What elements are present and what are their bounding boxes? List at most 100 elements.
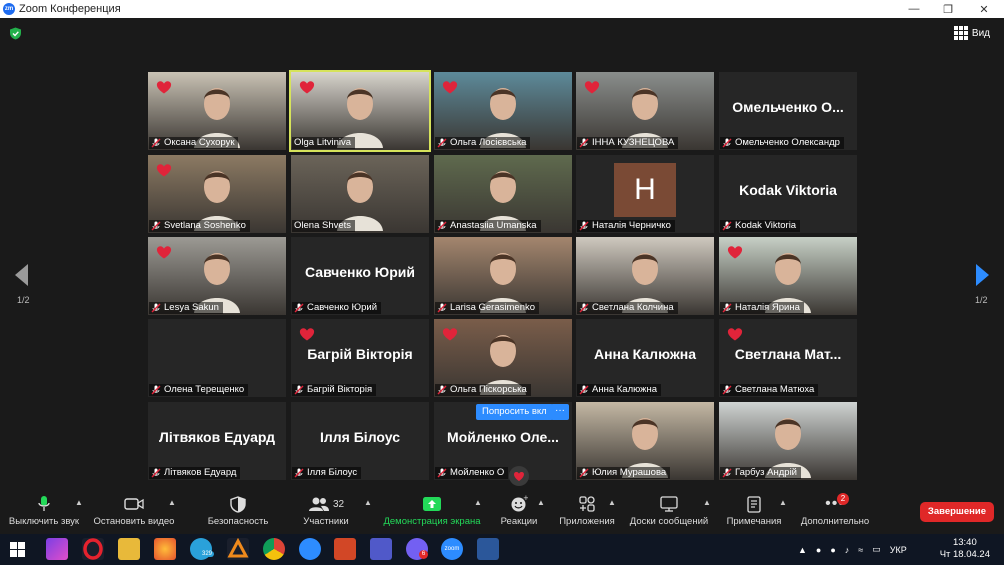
participant-name-label: Светлана Колчина: [577, 302, 678, 314]
participant-name-label: Юлия Мурашова: [577, 467, 671, 479]
participant-tile[interactable]: Anastasiia Umanska: [434, 155, 572, 233]
taskbar-clock[interactable]: 13:40 Чт 18.04.24: [940, 537, 990, 561]
viber-tray-icon[interactable]: ●: [830, 545, 835, 555]
zoom-taskbar-icon[interactable]: zoom: [441, 538, 463, 560]
participant-tile[interactable]: Kodak Viktoria Kodak Viktoria: [719, 155, 857, 233]
teamviewer-icon[interactable]: [299, 538, 321, 560]
heart-reaction-icon: [442, 328, 458, 341]
share-options-caret-icon[interactable]: ▲: [474, 498, 482, 507]
ask-to-start-video-button[interactable]: Попросить вкл: [476, 404, 553, 420]
page-indicator-right: 1/2: [975, 295, 988, 305]
viber-unread-badge: 6: [419, 550, 428, 559]
participant-tile[interactable]: Olga Litvinіva: [291, 72, 429, 150]
apps-caret-icon[interactable]: ▲: [608, 498, 616, 507]
clock-date: Чт 18.04.24: [939, 549, 990, 560]
system-tray: ▲ ● ● ♪ ≈ ▭ УКР: [798, 534, 907, 565]
whiteboards-caret-icon[interactable]: ▲: [703, 498, 711, 507]
participant-display-name: Ілля Білоус: [320, 429, 400, 445]
participant-tile[interactable]: Літвяков Едуард Літвяков Едуард: [148, 402, 286, 480]
microphone-tray-icon[interactable]: ●: [816, 545, 821, 555]
participant-tile[interactable]: Larisa Gerasimenko: [434, 237, 572, 315]
file-explorer-icon[interactable]: [118, 538, 140, 560]
muted-mic-icon: [151, 303, 161, 313]
opera-icon[interactable]: [82, 538, 104, 560]
participant-name-label: Светлана Матюха: [720, 384, 819, 396]
visual-studio-icon[interactable]: [46, 538, 68, 560]
participant-tile[interactable]: Ілля Білоус Ілля Білоус: [291, 402, 429, 480]
participant-tile[interactable]: Светлана Мат... Светлана Матюха: [719, 319, 857, 397]
end-meeting-button[interactable]: Завершение: [919, 502, 994, 522]
muted-mic-icon: [579, 138, 589, 148]
participant-display-name: Мойленко Оле...: [447, 429, 559, 445]
security-button[interactable]: Безопасность: [204, 492, 272, 534]
muted-mic-icon: [579, 468, 589, 478]
security-icon: [230, 495, 246, 513]
participant-tile[interactable]: Юлия Мурашова: [576, 402, 714, 480]
participant-tile[interactable]: Багрій Вікторія Багрій Вікторія: [291, 319, 429, 397]
security-shield-icon[interactable]: [9, 27, 22, 40]
heart-reaction-icon: [442, 81, 458, 94]
participant-tile[interactable]: Светлана Колчина: [576, 237, 714, 315]
participant-name-label: Lesya Sakun: [149, 302, 223, 314]
participant-tile[interactable]: Svetlana Soshenko: [148, 155, 286, 233]
wifi-icon[interactable]: ≈: [858, 545, 863, 555]
minimize-button[interactable]: —: [896, 0, 932, 18]
participant-tile[interactable]: Гарбуз Андрій: [719, 402, 857, 480]
firefox-icon[interactable]: [154, 538, 176, 560]
participant-tile[interactable]: Olena Shvets: [291, 155, 429, 233]
view-button[interactable]: Вид: [953, 26, 990, 40]
windows-start-icon[interactable]: [10, 542, 25, 557]
participant-tile[interactable]: Омельченко О... Омельченко Олександр: [719, 72, 857, 150]
notes-caret-icon[interactable]: ▲: [779, 498, 787, 507]
muted-mic-icon: [151, 385, 161, 395]
share-screen-label: Демонстрация экрана: [383, 516, 481, 527]
participant-display-name: Светлана Мат...: [734, 346, 842, 362]
participants-button[interactable]: 32 Участники: [296, 492, 356, 534]
word-icon[interactable]: [477, 538, 499, 560]
participant-tile[interactable]: Наталія Ярина: [719, 237, 857, 315]
share-screen-button[interactable]: Демонстрация экрана: [380, 492, 484, 534]
language-indicator[interactable]: УКР: [890, 545, 907, 555]
reactions-button[interactable]: + Реакции: [497, 492, 541, 534]
participant-tile[interactable]: Оксана Сухорук: [148, 72, 286, 150]
mute-button[interactable]: Выключить звук: [6, 492, 82, 534]
muted-mic-icon: [579, 221, 589, 231]
next-page-arrow-icon[interactable]: [976, 264, 989, 286]
heart-reaction-icon: [156, 246, 172, 259]
participant-tile[interactable]: H Наталія Черничко: [576, 155, 714, 233]
notes-button[interactable]: Примечания: [722, 492, 786, 534]
participant-tile[interactable]: Ольга Лосієвська: [434, 72, 572, 150]
participant-display-name: Багрій Вікторія: [307, 346, 413, 362]
chrome-icon[interactable]: [263, 538, 285, 560]
audio-options-caret-icon[interactable]: ▲: [75, 498, 83, 507]
whiteboards-button[interactable]: Доски сообщений: [626, 492, 712, 534]
participant-tile[interactable]: ІННА КУЗНЕЦОВА: [576, 72, 714, 150]
close-button[interactable]: ✕: [966, 0, 1002, 18]
powerpoint-icon[interactable]: [334, 538, 356, 560]
viber-icon[interactable]: 6: [406, 538, 428, 560]
reactions-caret-icon[interactable]: ▲: [537, 498, 545, 507]
telegram-icon[interactable]: 329: [190, 538, 215, 560]
heart-reaction-icon: [727, 246, 743, 259]
participant-tile[interactable]: Олена Терещенко: [148, 319, 286, 397]
teams-icon[interactable]: [370, 538, 392, 560]
muted-mic-icon: [722, 138, 732, 148]
prev-page-arrow-icon[interactable]: [15, 264, 28, 286]
more-button[interactable]: ••• 2 Дополнительно: [796, 492, 874, 534]
participant-tile[interactable]: Ольга Піскорська: [434, 319, 572, 397]
video-options-caret-icon[interactable]: ▲: [168, 498, 176, 507]
participant-display-name: Kodak Viktoria: [739, 182, 837, 198]
tile-more-button[interactable]: ···: [551, 404, 569, 420]
participant-tile[interactable]: Савченко Юрий Савченко Юрий: [291, 237, 429, 315]
participant-tile[interactable]: Lesya Sakun: [148, 237, 286, 315]
battery-icon[interactable]: ▭: [872, 544, 881, 555]
participant-tile[interactable]: Анна Калюжна Анна Калюжна: [576, 319, 714, 397]
muted-mic-icon: [437, 303, 447, 313]
volume-icon[interactable]: ♪: [845, 545, 850, 555]
heart-reaction-icon: [299, 81, 315, 94]
stop-video-button[interactable]: Остановить видео: [92, 492, 176, 534]
participants-caret-icon[interactable]: ▲: [364, 498, 372, 507]
maximize-button[interactable]: ❐: [930, 0, 966, 18]
avast-icon[interactable]: [227, 537, 249, 560]
show-hidden-icons-icon[interactable]: ▲: [798, 545, 807, 555]
